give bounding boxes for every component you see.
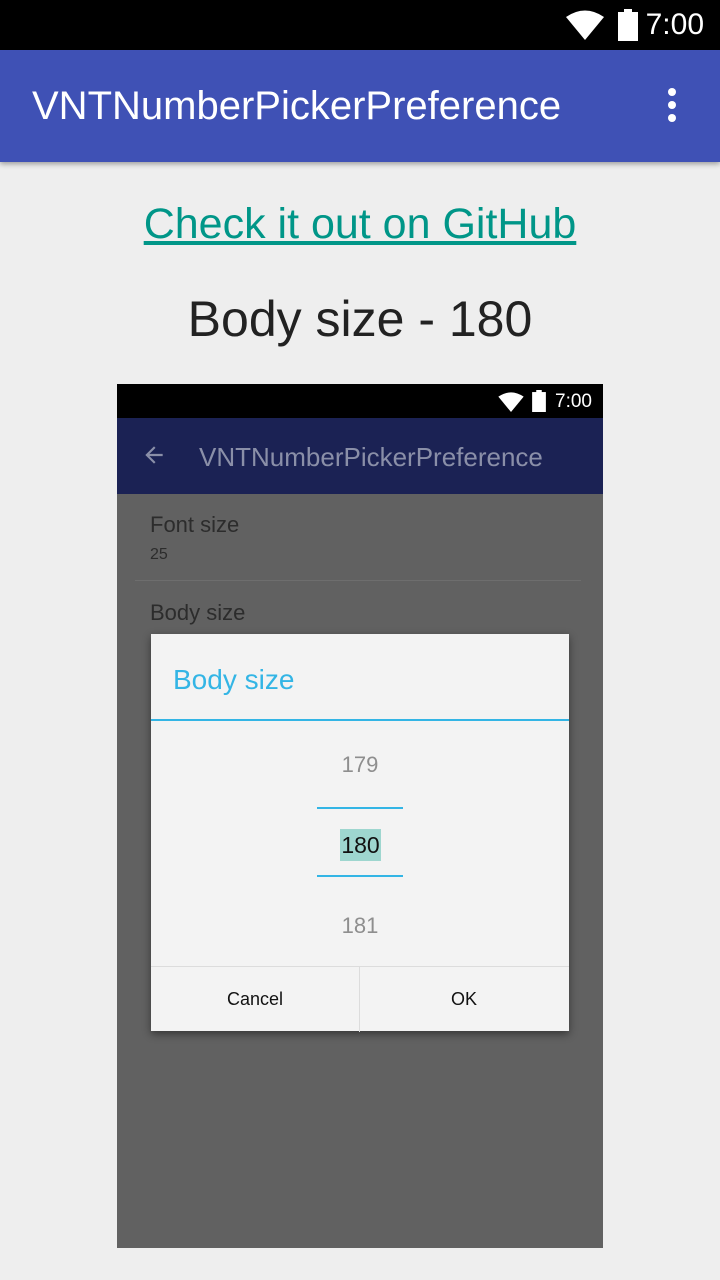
preference-title: Font size: [150, 512, 240, 537]
picker-previous-value[interactable]: 179: [151, 752, 569, 778]
picker-selection-line-top: [317, 807, 403, 809]
picker-selection-line-bottom: [317, 875, 403, 877]
divider: [135, 580, 581, 581]
dialog-title: Body size: [173, 664, 295, 695]
preview-status-bar: 7:00: [117, 384, 603, 418]
preference-body-size[interactable]: Body size: [150, 600, 245, 626]
preview-app-bar: VNTNumberPickerPreference: [117, 418, 603, 494]
preview-app-title: VNTNumberPickerPreference: [199, 442, 543, 472]
app-title: VNTNumberPickerPreference: [32, 84, 562, 128]
battery-icon: [618, 9, 638, 46]
cancel-button[interactable]: Cancel: [151, 967, 360, 1032]
wifi-icon: [498, 392, 524, 417]
preference-font-size[interactable]: Font size 25: [150, 512, 239, 564]
dialog-title-divider: [151, 719, 569, 721]
status-time: 7:00: [645, 8, 704, 41]
number-picker[interactable]: 179 180 181: [151, 722, 569, 967]
more-vert-icon[interactable]: [664, 88, 680, 124]
wifi-icon: [566, 10, 604, 45]
preview-screenshot: 7:00 VNTNumberPickerPreference Font size…: [117, 384, 603, 1248]
app-bar: VNTNumberPickerPreference: [0, 50, 720, 162]
battery-icon: [532, 390, 546, 417]
dialog-button-bar: Cancel OK: [151, 966, 569, 1032]
github-link[interactable]: Check it out on GitHub: [0, 200, 720, 249]
arrow-back-icon[interactable]: [141, 442, 167, 473]
preference-summary: 25: [150, 546, 168, 563]
picker-current-value[interactable]: 180: [340, 829, 381, 861]
ok-button[interactable]: OK: [360, 967, 568, 1032]
preference-title: Body size: [150, 600, 246, 625]
preview-status-time: 7:00: [555, 391, 592, 412]
body-size-heading: Body size - 180: [187, 291, 533, 347]
number-picker-dialog: Body size 179 180 181 Cancel OK: [151, 634, 569, 1032]
picker-next-value[interactable]: 181: [151, 913, 569, 939]
status-bar: 7:00: [0, 0, 720, 50]
